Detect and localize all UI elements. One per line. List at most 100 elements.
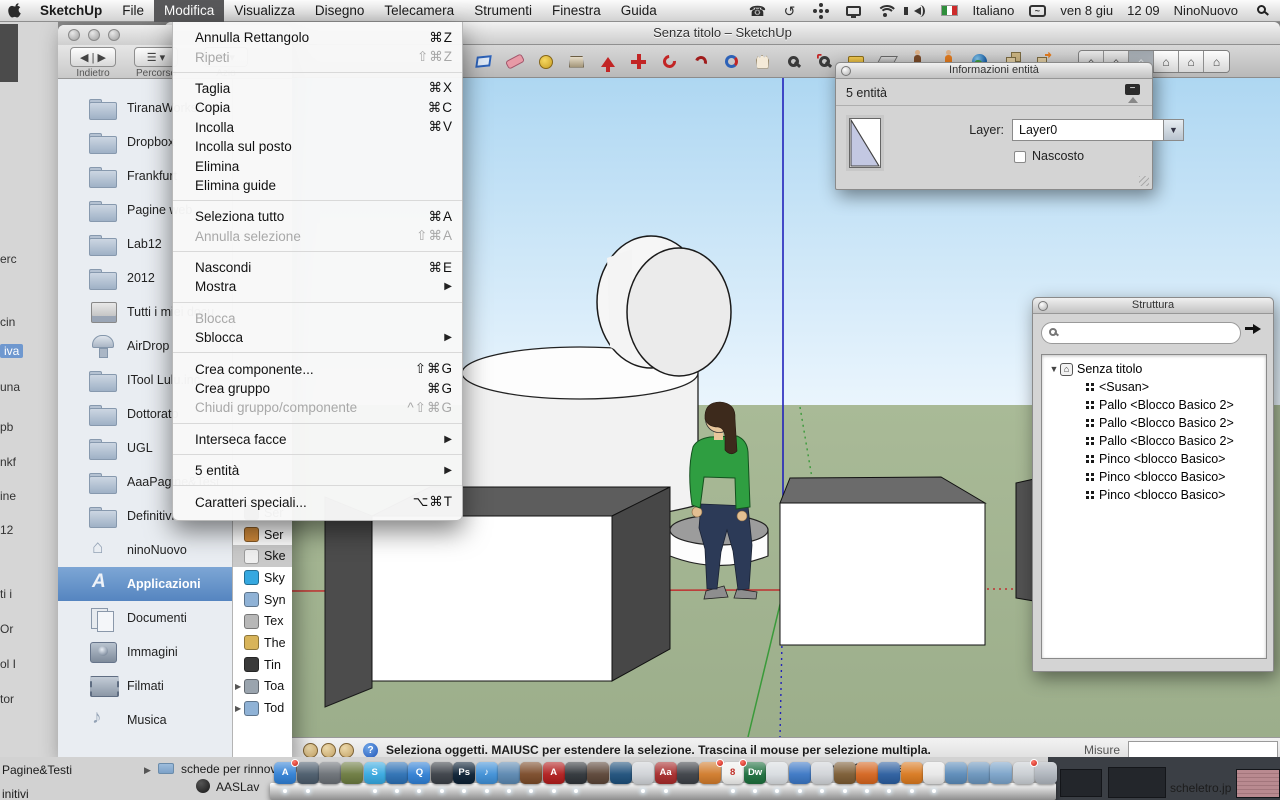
dock-photo-booth[interactable] (319, 762, 341, 784)
menu-item-incolla[interactable]: Incolla⌘V (173, 118, 462, 137)
outliner-search-input[interactable] (1041, 322, 1241, 344)
dock-compass-app[interactable] (297, 762, 319, 784)
select-tool-icon[interactable] (468, 47, 499, 76)
tree-item-pinco-blocco-basico[interactable]: Pinco <blocco Basico> (1042, 450, 1266, 468)
input-source-label[interactable]: Italiano (972, 3, 1014, 18)
menu-item-mostra[interactable]: Mostra▶ (173, 277, 462, 296)
disclosure-triangle-icon[interactable]: ▶ (235, 704, 244, 713)
tree-item-pinco-blocco-basico[interactable]: Pinco <blocco Basico> (1042, 468, 1266, 486)
dock-zoo-app[interactable] (341, 762, 363, 784)
file-row-ser[interactable]: Ser (233, 524, 292, 546)
menu-item-interseca-facce[interactable]: Interseca facce▶ (173, 430, 462, 449)
sidebar-item-musica[interactable]: Musica (58, 703, 232, 737)
sidebar-item-applicazioni[interactable]: Applicazioni (58, 567, 232, 601)
details-button[interactable] (1245, 324, 1265, 342)
dock-bridge[interactable] (565, 762, 587, 784)
push-pull-tool-icon[interactable] (592, 47, 623, 76)
tree-item-senza-titolo[interactable]: ▼⌂Senza titolo (1042, 360, 1266, 378)
rotate-tool-icon[interactable] (654, 47, 685, 76)
paint-bucket-tool-icon[interactable] (561, 47, 592, 76)
menu-strumenti[interactable]: Strumenti (464, 0, 542, 22)
dock-photos-app[interactable] (766, 762, 788, 784)
dock-dreamweaver[interactable]: Dw (744, 762, 766, 784)
dock-vlc[interactable] (901, 762, 923, 784)
bluetooth-icon[interactable] (812, 2, 830, 20)
menu-item-sblocca[interactable]: Sblocca▶ (173, 328, 462, 347)
file-row-tin[interactable]: Tin (233, 654, 292, 676)
menu-item-5-entit[interactable]: 5 entità▶ (173, 461, 462, 480)
dock-safari[interactable] (789, 762, 811, 784)
tape-measure-tool-icon[interactable] (530, 47, 561, 76)
menubar-time[interactable]: 12 09 (1127, 3, 1160, 18)
palette-title-bar[interactable]: Informazioni entità (836, 63, 1152, 79)
menu-modifica[interactable]: Modifica (154, 0, 224, 22)
time-machine-icon[interactable]: ↺ (780, 2, 798, 20)
dock-blue-sphere-app[interactable] (610, 762, 632, 784)
file-row-the[interactable]: The (233, 632, 292, 654)
file-row-sky[interactable]: Sky (233, 567, 292, 589)
file-row-ske[interactable]: Ske (233, 545, 292, 567)
close-icon[interactable] (1038, 301, 1048, 311)
view-shaded-button[interactable]: ⌂ (1154, 51, 1179, 72)
menu-item-crea-gruppo[interactable]: Crea gruppo⌘G (173, 379, 462, 398)
dock-mail[interactable] (498, 762, 520, 784)
sidebar-item-ninonuovo[interactable]: ninoNuovo (58, 533, 232, 567)
file-row-syn[interactable]: Syn (233, 589, 292, 611)
file-row-tod[interactable]: ▶Tod (233, 697, 292, 719)
disclosure-triangle-icon[interactable]: ▶ (144, 765, 151, 776)
menu-item-chiudi-gruppo-componente[interactable]: Chiudi gruppo/componente^⇧⌘G (173, 398, 462, 417)
resize-grip[interactable] (1139, 176, 1149, 186)
displays-icon[interactable] (844, 2, 862, 20)
dock-documents-stack[interactable] (1013, 762, 1035, 784)
menu-item-blocca[interactable]: Blocca (173, 309, 462, 328)
menu-item-annulla-selezione[interactable]: Annulla selezione⇧⌘A (173, 227, 462, 246)
volume-icon[interactable] (908, 2, 926, 20)
dock-itunes[interactable]: ♪ (476, 762, 498, 784)
collapse-button[interactable]: − (1125, 84, 1140, 102)
dock-photoshop[interactable]: Ps (453, 762, 475, 784)
dock-pet-app[interactable] (834, 762, 856, 784)
dock-itunes-classic[interactable] (386, 762, 408, 784)
dock-photo-booth-2[interactable] (811, 762, 833, 784)
status-coin-icon-2[interactable] (321, 743, 336, 758)
tree-expander-icon[interactable]: ▼ (1048, 364, 1060, 374)
menu-item-ripeti[interactable]: Ripeti⇧⌘Z (173, 47, 462, 66)
input-source-flag-icon[interactable] (940, 2, 958, 20)
follow-me-tool-icon[interactable] (685, 47, 716, 76)
dock-trash[interactable] (1035, 762, 1057, 784)
minimize-button[interactable] (88, 29, 100, 41)
sidebar-item-immagini[interactable]: Immagini (58, 635, 232, 669)
dock-textedit[interactable] (632, 762, 654, 784)
zoom-tool-icon[interactable] (778, 47, 809, 76)
menu-item-taglia[interactable]: Taglia⌘X (173, 79, 462, 98)
menu-disegno[interactable]: Disegno (305, 0, 375, 22)
dock-iweb[interactable] (878, 762, 900, 784)
wifi-icon[interactable] (876, 2, 894, 20)
status-coin-icon-3[interactable] (339, 743, 354, 758)
dock-prefs-folder[interactable] (945, 762, 967, 784)
menu-finestra[interactable]: Finestra (542, 0, 611, 22)
dock-pen-app[interactable] (677, 762, 699, 784)
help-icon[interactable]: ? (363, 743, 378, 758)
tree-item-pinco-blocco-basico[interactable]: Pinco <blocco Basico> (1042, 486, 1266, 504)
menu-item-incolla-sul-posto[interactable]: Incolla sul posto (173, 137, 462, 156)
dock-dictionary[interactable]: Aa (655, 762, 677, 784)
box-right[interactable] (780, 477, 985, 645)
dock-acrobat[interactable]: A (543, 762, 565, 784)
dock-garageband[interactable] (520, 762, 542, 784)
dock-camera-app[interactable] (587, 762, 609, 784)
menu-item-copia[interactable]: Copia⌘C (173, 98, 462, 117)
menubar-user[interactable]: NinoNuovo (1174, 3, 1238, 18)
sidebar-item-documenti[interactable]: Documenti (58, 601, 232, 635)
menubar-date[interactable]: ven 8 giu (1060, 3, 1113, 18)
tree-item-susan[interactable]: <Susan> (1042, 378, 1266, 396)
tree-item-pallo-blocco-basico-2[interactable]: Pallo <Blocco Basico 2> (1042, 414, 1266, 432)
view-monochrome-button[interactable]: ⌂ (1204, 51, 1229, 72)
tree-item-pallo-blocco-basico-2[interactable]: Pallo <Blocco Basico 2> (1042, 432, 1266, 450)
menu-guida[interactable]: Guida (611, 0, 667, 22)
hidden-checkbox[interactable] (1014, 151, 1026, 163)
eraser-tool-icon[interactable] (499, 47, 530, 76)
layer-dropdown[interactable]: Layer0 ▼ (1012, 119, 1184, 141)
dock-app-store[interactable]: A (274, 762, 296, 784)
phone-icon[interactable]: ☎ (748, 2, 766, 20)
